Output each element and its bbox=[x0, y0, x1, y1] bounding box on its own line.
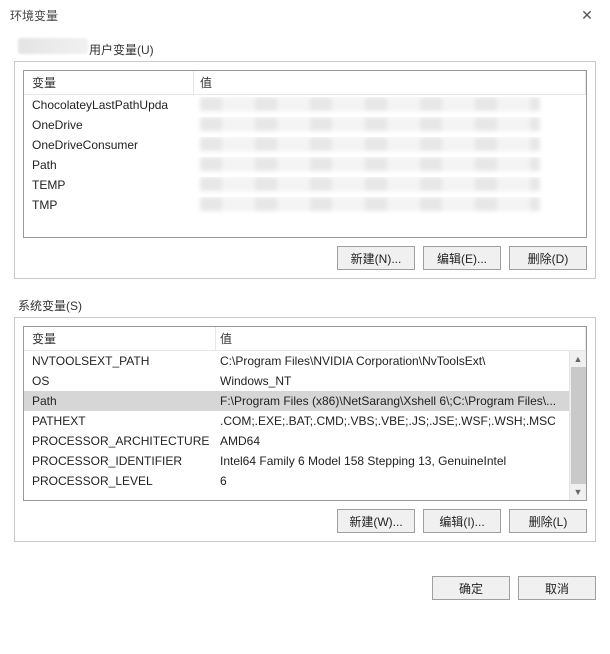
system-vars-header: 变量 值 bbox=[24, 327, 586, 351]
var-value-cell bbox=[194, 177, 586, 194]
table-row[interactable]: NVTOOLSEXT_PATHC:\Program Files\NVIDIA C… bbox=[24, 351, 586, 371]
var-name-cell: OneDriveConsumer bbox=[24, 138, 194, 152]
var-value-cell bbox=[194, 117, 586, 134]
table-row[interactable]: TMP bbox=[24, 195, 586, 215]
user-vars-heading: 用户变量(U) bbox=[14, 38, 596, 61]
sys-col-value[interactable]: 值 bbox=[216, 327, 586, 351]
system-edit-button[interactable]: 编辑(I)... bbox=[423, 509, 501, 533]
user-delete-button[interactable]: 删除(D) bbox=[509, 246, 587, 270]
var-value-cell: .COM;.EXE;.BAT;.CMD;.VBS;.VBE;.JS;.JSE;.… bbox=[216, 414, 586, 428]
system-vars-group: 系统变量(S) 变量 值 NVTOOLSEXT_PATHC:\Program F… bbox=[14, 297, 596, 542]
system-vars-buttons: 新建(W)... 编辑(I)... 删除(L) bbox=[23, 509, 587, 533]
system-delete-button[interactable]: 删除(L) bbox=[509, 509, 587, 533]
table-row[interactable]: OneDrive bbox=[24, 115, 586, 135]
var-value-cell bbox=[194, 197, 586, 214]
var-value-cell bbox=[194, 137, 586, 154]
user-vars-group: 用户变量(U) 变量 值 ChocolateyLastPathUpda OneDr… bbox=[14, 38, 596, 279]
table-row[interactable]: PROCESSOR_LEVEL6 bbox=[24, 471, 586, 491]
var-value-cell bbox=[194, 157, 586, 174]
user-vars-header: 变量 值 bbox=[24, 71, 586, 95]
table-row[interactable]: ChocolateyLastPathUpda bbox=[24, 95, 586, 115]
var-name-cell: PROCESSOR_IDENTIFIER bbox=[24, 454, 216, 468]
var-value-cell: 6 bbox=[216, 474, 586, 488]
system-vars-scrollbar[interactable]: ▲ ▼ bbox=[569, 351, 586, 500]
var-name-cell: OneDrive bbox=[24, 118, 194, 132]
var-name-cell: NVTOOLSEXT_PATH bbox=[24, 354, 216, 368]
system-vars-title: 系统变量(S) bbox=[18, 297, 82, 314]
var-value-cell: Windows_NT bbox=[216, 374, 586, 388]
table-row[interactable]: TEMP bbox=[24, 175, 586, 195]
table-row[interactable]: PROCESSOR_ARCHITECTUREAMD64 bbox=[24, 431, 586, 451]
username-redacted bbox=[18, 38, 88, 54]
system-vars-heading: 系统变量(S) bbox=[14, 297, 596, 317]
close-icon[interactable]: ✕ bbox=[572, 3, 602, 27]
var-value-cell: Intel64 Family 6 Model 158 Stepping 13, … bbox=[216, 454, 586, 468]
redacted-value bbox=[200, 177, 540, 191]
redacted-value bbox=[200, 157, 540, 171]
system-new-button[interactable]: 新建(W)... bbox=[337, 509, 415, 533]
cancel-button[interactable]: 取消 bbox=[518, 576, 596, 600]
ok-button[interactable]: 确定 bbox=[432, 576, 510, 600]
titlebar: 环境变量 ✕ bbox=[0, 0, 610, 30]
user-vars-title: 用户变量(U) bbox=[89, 41, 154, 58]
table-row[interactable]: PathF:\Program Files (x86)\NetSarang\Xsh… bbox=[24, 391, 586, 411]
var-name-cell: TEMP bbox=[24, 178, 194, 192]
system-vars-listview[interactable]: 变量 值 NVTOOLSEXT_PATHC:\Program Files\NVI… bbox=[23, 326, 587, 501]
var-name-cell: OS bbox=[24, 374, 216, 388]
user-edit-button[interactable]: 编辑(E)... bbox=[423, 246, 501, 270]
var-name-cell: Path bbox=[24, 394, 216, 408]
var-name-cell: PROCESSOR_ARCHITECTURE bbox=[24, 434, 216, 448]
scroll-down-arrow-icon[interactable]: ▼ bbox=[570, 484, 586, 500]
table-row[interactable]: OSWindows_NT bbox=[24, 371, 586, 391]
window-title: 环境变量 bbox=[10, 7, 58, 24]
user-vars-listview[interactable]: 变量 值 ChocolateyLastPathUpda OneDrive OneDr… bbox=[23, 70, 587, 238]
user-col-variable[interactable]: 变量 bbox=[24, 71, 194, 95]
var-value-cell: F:\Program Files (x86)\NetSarang\Xshell … bbox=[216, 394, 586, 408]
var-value-cell bbox=[194, 97, 586, 114]
sys-col-variable[interactable]: 变量 bbox=[24, 327, 216, 351]
var-value-cell: AMD64 bbox=[216, 434, 586, 448]
var-name-cell: TMP bbox=[24, 198, 194, 212]
table-row[interactable]: Path bbox=[24, 155, 586, 175]
dialog-buttons: 确定 取消 bbox=[0, 576, 610, 614]
redacted-value bbox=[200, 97, 540, 111]
redacted-value bbox=[200, 117, 540, 131]
user-col-value[interactable]: 值 bbox=[194, 71, 586, 95]
table-row[interactable]: PATHEXT.COM;.EXE;.BAT;.CMD;.VBS;.VBE;.JS… bbox=[24, 411, 586, 431]
table-row[interactable]: PROCESSOR_IDENTIFIERIntel64 Family 6 Mod… bbox=[24, 451, 586, 471]
user-new-button[interactable]: 新建(N)... bbox=[337, 246, 415, 270]
table-row[interactable]: OneDriveConsumer bbox=[24, 135, 586, 155]
redacted-value bbox=[200, 137, 540, 151]
var-value-cell: C:\Program Files\NVIDIA Corporation\NvTo… bbox=[216, 354, 586, 368]
var-name-cell: Path bbox=[24, 158, 194, 172]
var-name-cell: PROCESSOR_LEVEL bbox=[24, 474, 216, 488]
var-name-cell: PATHEXT bbox=[24, 414, 216, 428]
scroll-thumb[interactable] bbox=[571, 367, 586, 484]
var-name-cell: ChocolateyLastPathUpda bbox=[24, 98, 194, 112]
redacted-value bbox=[200, 197, 540, 211]
scroll-up-arrow-icon[interactable]: ▲ bbox=[570, 351, 586, 367]
user-vars-buttons: 新建(N)... 编辑(E)... 删除(D) bbox=[23, 246, 587, 270]
